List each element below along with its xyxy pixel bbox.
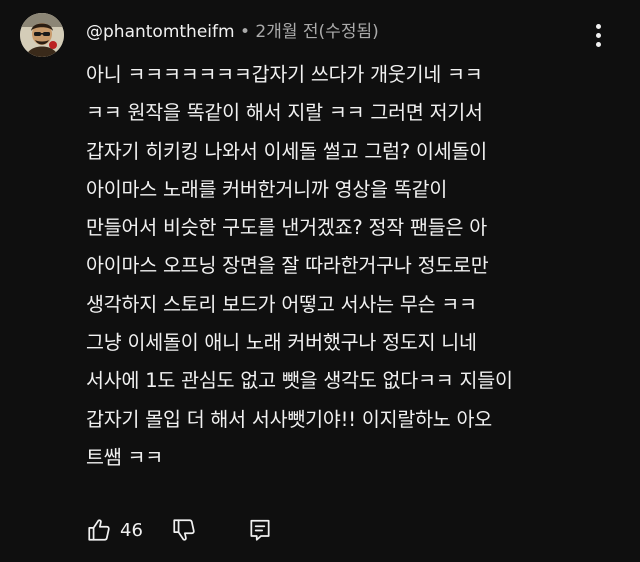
comment-line: 아니 ㅋㅋㅋㅋㅋㅋㅋ갑자기 쓰다가 개웃기네 ㅋㅋ	[86, 63, 483, 86]
like-button[interactable]	[86, 517, 112, 543]
comment-text: 아니 ㅋㅋㅋㅋㅋㅋㅋ갑자기 쓰다가 개웃기네 ㅋㅋ ㅋㅋ 원작을 똑같이 해서 …	[86, 56, 606, 477]
comment-line: 생각하지 스토리 보드가 어떻고 서사는 무슨 ㅋㅋ	[86, 292, 477, 316]
reply-button[interactable]	[247, 517, 273, 543]
dislike-button[interactable]	[171, 517, 197, 543]
header-separator: •	[234, 22, 256, 42]
comment-actions: 46	[86, 512, 273, 548]
comment-line: 아이마스 오프닝 장면을 잘 따라한거구나 정도로만	[86, 254, 489, 278]
reply-icon	[250, 519, 270, 541]
comment-author[interactable]: @phantomtheifm	[86, 22, 235, 42]
thumbs-down-icon	[173, 519, 195, 541]
comment-header: @phantomtheifm • 2개월 전(수정됨)	[86, 20, 379, 44]
like-count: 46	[120, 519, 143, 541]
comment-line: 만들어서 비슷한 구도를 낸거겠죠? 정작 팬들은 아	[86, 216, 487, 240]
comment-line: 갑자기 히키킹 나와서 이세돌 썰고 그럼? 이세돌이	[86, 139, 487, 163]
comment-line: 갑자기 몰입 더 해서 서사뺏기야!! 이지랄하노 아오	[86, 407, 493, 431]
comment-line: 그냥 이세돌이 애니 노래 커버했구나 정도지 니네	[86, 331, 477, 355]
comment-line: 트쌤 ㅋㅋ	[86, 445, 163, 469]
comment-time[interactable]: 2개월 전	[255, 22, 318, 42]
comment-line: 서사에 1도 관심도 없고 뺏을 생각도 없다ㅋㅋ 지들이	[86, 369, 513, 393]
more-vert-icon[interactable]	[588, 18, 608, 52]
thumbs-up-icon	[88, 519, 110, 541]
avatar[interactable]	[20, 13, 64, 57]
edited-label: (수정됨)	[318, 22, 379, 42]
comment-line: ㅋㅋ 원작을 똑같이 해서 지랄 ㅋㅋ 그러면 저기서	[86, 101, 483, 125]
avatar-image	[20, 13, 64, 57]
comment-line: 아이마스 노래를 커버한거니까 영상을 똑같이	[86, 177, 448, 201]
